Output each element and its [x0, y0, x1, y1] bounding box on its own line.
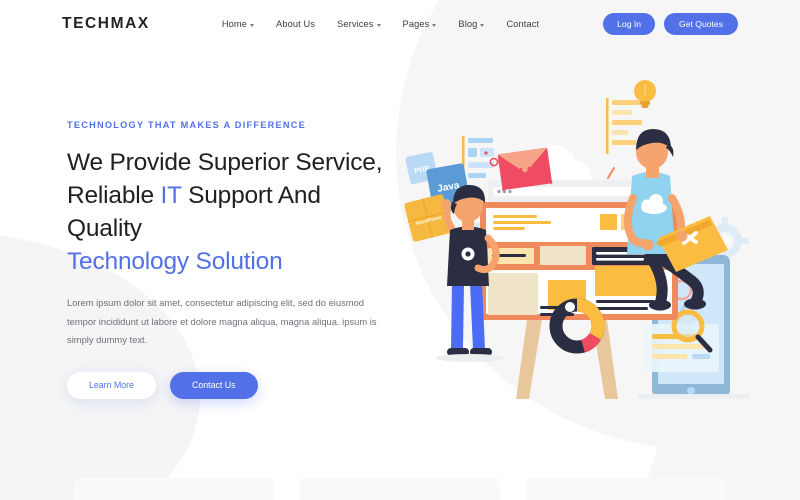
- next-section-peek: [0, 478, 800, 500]
- nav-label: Blog: [458, 19, 478, 29]
- chevron-down-icon: [480, 23, 485, 27]
- envelope-icon: [497, 147, 553, 191]
- hero-content: TECHNOLOGY THAT MAKES A DIFFERENCE We Pr…: [67, 120, 402, 399]
- hero-cta-row: Learn More Contact Us: [67, 371, 402, 399]
- nav-item-contact[interactable]: Contact: [506, 19, 539, 29]
- feature-card-placeholder[interactable]: [525, 478, 725, 500]
- header-actions: Log In Get Quotes: [603, 13, 738, 35]
- nav-label: About Us: [276, 19, 316, 29]
- donut-chart: [549, 298, 605, 354]
- site-header: TECHMAX Home About Us Services Pages Blo…: [0, 0, 800, 48]
- nav-item-services[interactable]: Services: [337, 19, 381, 29]
- learn-more-button[interactable]: Learn More: [67, 371, 156, 399]
- hero-eyebrow: TECHNOLOGY THAT MAKES A DIFFERENCE: [67, 120, 307, 130]
- nav-item-home[interactable]: Home: [221, 19, 255, 29]
- chevron-down-icon: [250, 23, 255, 27]
- nav-label: Services: [337, 19, 374, 29]
- chevron-down-icon: [376, 23, 381, 27]
- chevron-down-icon: [432, 23, 437, 27]
- hero-paragraph: Lorem ipsum dolor sit amet, consectetur …: [67, 297, 377, 345]
- get-quotes-button[interactable]: Get Quotes: [664, 13, 738, 35]
- nav-item-pages[interactable]: Pages: [403, 19, 437, 29]
- hero-heading-line1: We Provide Superior Service,: [67, 149, 383, 176]
- hero-heading: We Provide Superior Service, Reliable IT…: [67, 146, 402, 278]
- nav-label: Home: [221, 19, 248, 29]
- main-navigation: Home About Us Services Pages Blog Contac…: [222, 19, 539, 29]
- hero-heading-line3: Technology Solution: [67, 248, 283, 275]
- feature-card-placeholder[interactable]: [75, 478, 275, 500]
- logo[interactable]: TECHMAX: [62, 15, 150, 33]
- hero-illustration: PHP Java WordPress: [400, 58, 790, 403]
- nav-item-blog[interactable]: Blog: [458, 19, 485, 29]
- nav-label: Pages: [402, 19, 430, 29]
- nav-label: Contact: [506, 19, 540, 29]
- landing-page: TECHMAX Home About Us Services Pages Blo…: [0, 0, 800, 500]
- login-button[interactable]: Log In: [603, 13, 656, 35]
- contact-us-button[interactable]: Contact Us: [170, 371, 258, 399]
- hero-heading-highlight-it: IT: [160, 182, 182, 209]
- feature-card-placeholder[interactable]: [300, 478, 500, 500]
- hero-heading-line2-a: Reliable: [67, 182, 161, 209]
- nav-item-about-us[interactable]: About Us: [276, 19, 315, 29]
